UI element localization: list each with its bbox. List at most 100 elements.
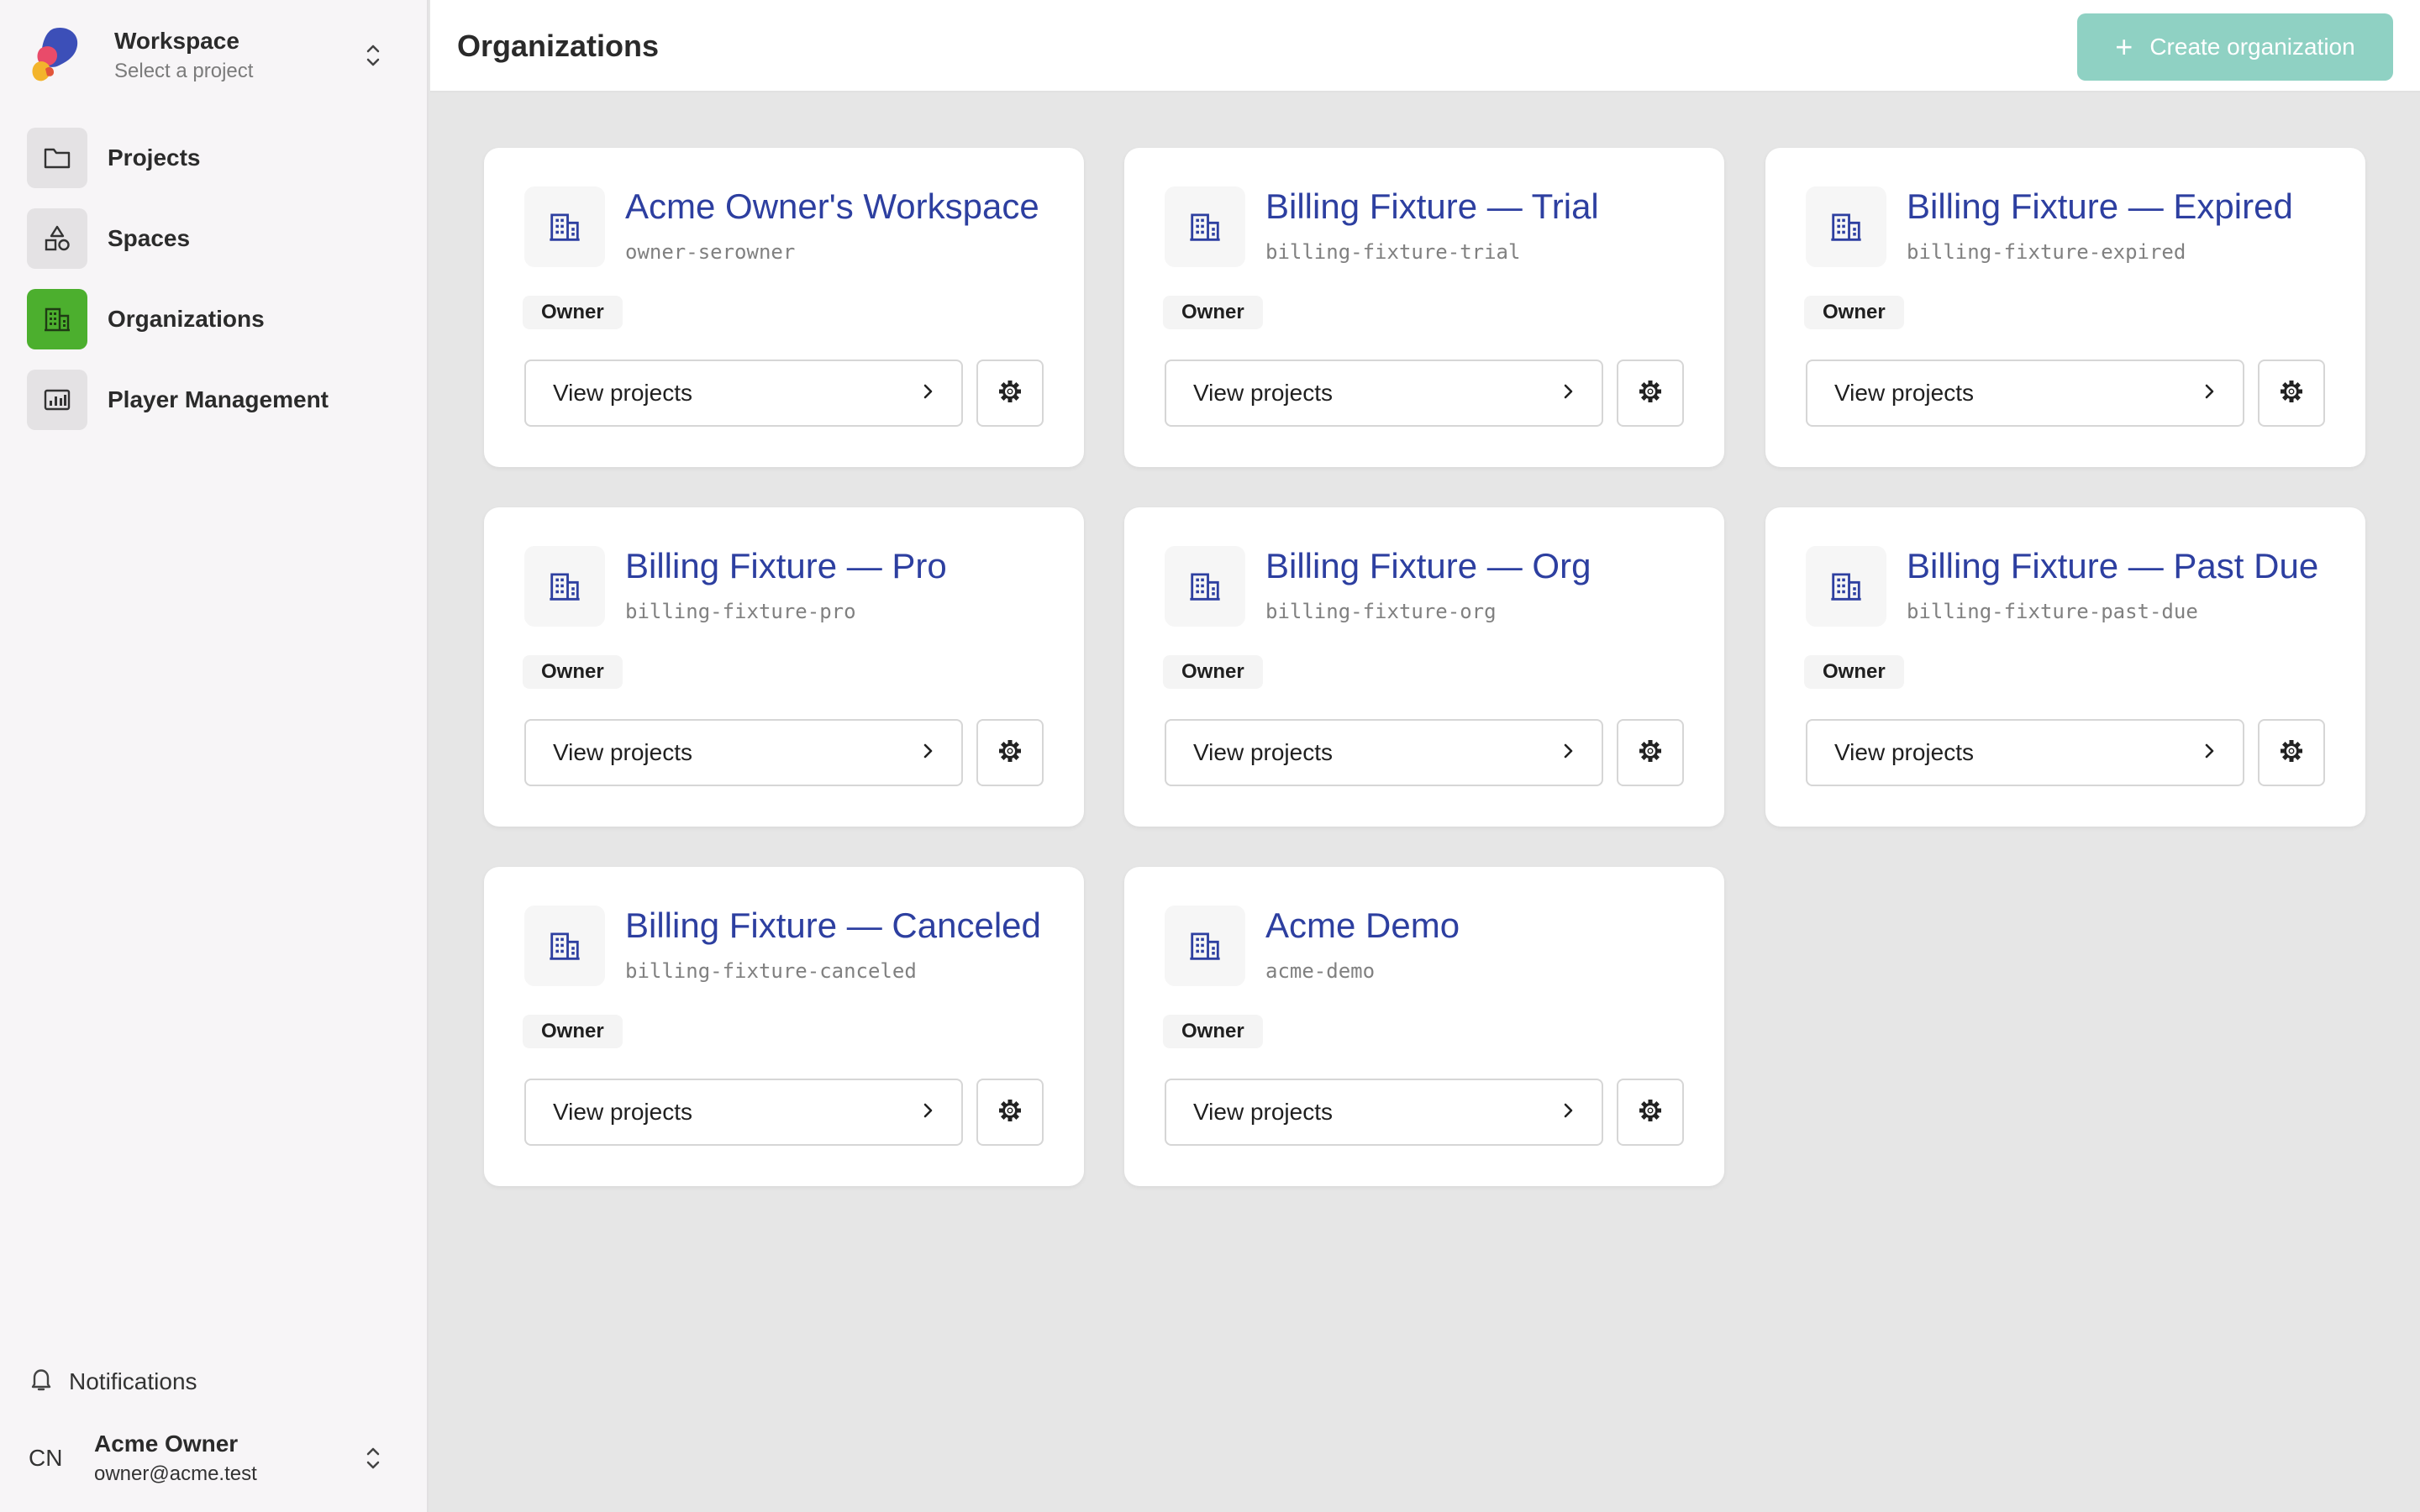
organization-name[interactable]: Billing Fixture — Org — [1265, 546, 1686, 586]
building-icon — [1806, 546, 1886, 627]
gear-icon — [1637, 738, 1664, 769]
organization-settings-button[interactable] — [1617, 360, 1684, 427]
organization-name[interactable]: Billing Fixture — Pro — [625, 546, 1045, 586]
building-icon — [524, 546, 605, 627]
organization-settings-button[interactable] — [976, 360, 1044, 427]
organization-settings-button[interactable] — [976, 719, 1044, 786]
view-projects-label: View projects — [1193, 739, 1334, 765]
organization-settings-button[interactable] — [1617, 719, 1684, 786]
gear-icon — [1637, 378, 1664, 409]
gear-icon — [1637, 1097, 1664, 1128]
organization-slug: owner-serowner — [625, 240, 796, 264]
notifications-link[interactable]: Notifications — [29, 1366, 197, 1397]
page-header: Organizations + Create organization — [430, 0, 2420, 92]
view-projects-label: View projects — [1193, 1099, 1334, 1125]
chevron-right-icon — [1561, 741, 1575, 765]
sidebar: Workspace Select a project Projects Spac… — [0, 0, 429, 1512]
sidebar-item-label: Projects — [108, 144, 201, 171]
gear-icon — [2278, 738, 2305, 769]
organization-name[interactable]: Acme Demo — [1265, 906, 1686, 946]
chevron-right-icon — [1561, 381, 1575, 406]
chevron-right-icon — [2202, 741, 2216, 765]
sidebar-item-player-management[interactable]: Player Management — [27, 370, 405, 430]
role-badge: Owner — [1804, 296, 1904, 329]
notifications-label: Notifications — [69, 1368, 197, 1394]
organization-slug: billing-fixture-pro — [625, 600, 856, 623]
view-projects-button[interactable]: View projects — [524, 1079, 963, 1146]
organization-slug: billing-fixture-past-due — [1907, 600, 2198, 623]
building-icon — [1165, 906, 1245, 986]
user-menu[interactable]: CN Acme Owner owner@acme.test — [29, 1425, 407, 1492]
role-badge: Owner — [1804, 655, 1904, 689]
sidebar-item-projects[interactable]: Projects — [27, 128, 405, 188]
role-badge: Owner — [1163, 655, 1263, 689]
building-icon — [524, 186, 605, 267]
sidebar-item-organizations[interactable]: Organizations — [27, 289, 405, 349]
sidebar-item-label: Spaces — [108, 225, 191, 251]
view-projects-label: View projects — [1834, 739, 1975, 765]
chevron-right-icon — [2202, 381, 2216, 406]
app-logo — [29, 25, 86, 86]
organization-card: Billing Fixture — Pro billing-fixture-pr… — [484, 507, 1084, 827]
organization-card: Acme Demo acme-demo Owner View projects — [1124, 867, 1724, 1186]
organization-card: Billing Fixture — Past Due billing-fixtu… — [1765, 507, 2365, 827]
shapes-icon — [27, 208, 87, 269]
view-projects-button[interactable]: View projects — [1806, 719, 2244, 786]
organization-slug: billing-fixture-expired — [1907, 240, 2186, 264]
organization-card: Billing Fixture — Org billing-fixture-or… — [1124, 507, 1724, 827]
organization-name[interactable]: Billing Fixture — Trial — [1265, 186, 1686, 227]
gear-icon — [2278, 378, 2305, 409]
sidebar-item-label: Player Management — [108, 386, 329, 412]
view-projects-button[interactable]: View projects — [524, 360, 963, 427]
organization-card: Billing Fixture — Expired billing-fixtur… — [1765, 148, 2365, 467]
bell-icon — [29, 1366, 54, 1397]
chevron-right-icon — [921, 381, 934, 406]
building-icon — [524, 906, 605, 986]
create-organization-button[interactable]: + Create organization — [2077, 13, 2393, 81]
view-projects-label: View projects — [553, 739, 693, 765]
create-organization-label: Create organization — [2149, 34, 2355, 60]
workspace-title: Workspace — [114, 28, 239, 54]
organization-card: Acme Owner's Workspace owner-serowner Ow… — [484, 148, 1084, 467]
building-icon — [1165, 546, 1245, 627]
sidebar-nav: Projects Spaces Organizations Player Man… — [27, 128, 405, 450]
view-projects-label: View projects — [1193, 380, 1334, 406]
view-projects-label: View projects — [553, 1099, 693, 1125]
organization-slug: billing-fixture-canceled — [625, 959, 917, 983]
organization-slug: billing-fixture-trial — [1265, 240, 1521, 264]
organization-name[interactable]: Acme Owner's Workspace — [625, 186, 1045, 227]
user-email: owner@acme.test — [94, 1462, 257, 1485]
gear-icon — [997, 738, 1023, 769]
organization-card: Billing Fixture — Trial billing-fixture-… — [1124, 148, 1724, 467]
chevron-up-down-icon — [363, 40, 383, 71]
organization-settings-button[interactable] — [2258, 360, 2325, 427]
organization-name[interactable]: Billing Fixture — Expired — [1907, 186, 2327, 227]
building-icon — [1806, 186, 1886, 267]
organization-name[interactable]: Billing Fixture — Past Due — [1907, 546, 2327, 586]
chevron-right-icon — [921, 1100, 934, 1125]
view-projects-label: View projects — [553, 380, 693, 406]
role-badge: Owner — [523, 655, 623, 689]
gear-icon — [997, 378, 1023, 409]
view-projects-button[interactable]: View projects — [1165, 719, 1603, 786]
folder-icon — [27, 128, 87, 188]
organization-settings-button[interactable] — [1617, 1079, 1684, 1146]
organization-name[interactable]: Billing Fixture — Canceled — [625, 906, 1045, 946]
sidebar-item-spaces[interactable]: Spaces — [27, 208, 405, 269]
user-name: Acme Owner — [94, 1431, 239, 1457]
view-projects-button[interactable]: View projects — [524, 719, 963, 786]
view-projects-button[interactable]: View projects — [1165, 360, 1603, 427]
organization-settings-button[interactable] — [2258, 719, 2325, 786]
chevron-up-down-icon — [363, 1443, 383, 1473]
role-badge: Owner — [523, 296, 623, 329]
organization-settings-button[interactable] — [976, 1079, 1044, 1146]
workspace-switcher[interactable]: Workspace Select a project — [29, 22, 407, 89]
workspace-subtitle: Select a project — [114, 60, 254, 82]
view-projects-button[interactable]: View projects — [1806, 360, 2244, 427]
organization-card: Billing Fixture — Canceled billing-fixtu… — [484, 867, 1084, 1186]
view-projects-button[interactable]: View projects — [1165, 1079, 1603, 1146]
building-icon — [1165, 186, 1245, 267]
role-badge: Owner — [523, 1015, 623, 1048]
avatar: CN — [29, 1445, 63, 1471]
role-badge: Owner — [1163, 1015, 1263, 1048]
